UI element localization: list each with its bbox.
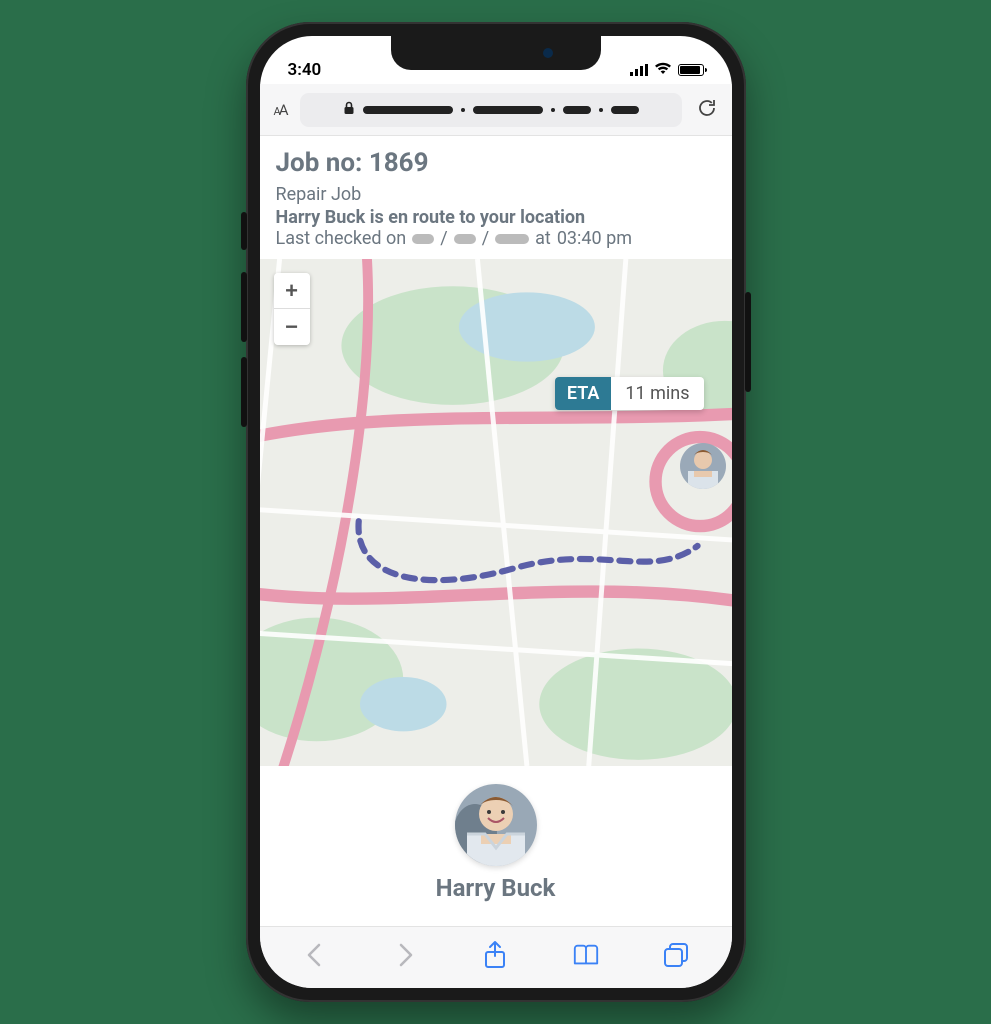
job-type: Repair Job [276, 184, 716, 205]
technician-name: Harry Buck [436, 874, 556, 902]
job-header: Job no: 1869 Repair Job Harry Buck is en… [260, 136, 732, 259]
cellular-signal-icon [630, 64, 648, 76]
zoom-out-button[interactable]: − [274, 309, 310, 345]
page-content: Job no: 1869 Repair Job Harry Buck is en… [260, 136, 732, 926]
browser-toolbar [260, 926, 732, 988]
browser-url-bar: AA [260, 84, 732, 136]
eta-label: ETA [555, 377, 612, 410]
url-redacted [473, 106, 543, 114]
eta-badge: ETA 11 mins [555, 377, 704, 410]
eta-value: 11 mins [611, 377, 703, 410]
reload-button[interactable] [696, 97, 718, 123]
share-button[interactable] [481, 941, 509, 969]
text-size-button[interactable]: AA [274, 101, 287, 119]
bookmarks-button[interactable] [572, 941, 600, 969]
date-redacted [495, 234, 529, 244]
url-redacted [563, 106, 591, 114]
technician-avatar [455, 784, 537, 866]
enroute-status: Harry Buck is en route to your location [276, 207, 716, 228]
status-time: 3:40 [288, 60, 322, 80]
phone-frame: 3:40 AA [246, 22, 746, 1002]
volume-up-button [241, 272, 247, 342]
wifi-icon [654, 60, 672, 80]
volume-down-button [241, 357, 247, 427]
technician-card: Harry Buck [260, 766, 732, 926]
address-field[interactable] [300, 93, 681, 127]
job-number: Job no: 1869 [276, 148, 716, 178]
phone-notch [391, 36, 601, 70]
lock-icon [343, 100, 355, 119]
url-redacted [611, 106, 639, 114]
mute-switch [241, 212, 247, 250]
tabs-button[interactable] [662, 941, 690, 969]
date-redacted [454, 234, 476, 244]
date-redacted [412, 234, 434, 244]
url-redacted [363, 106, 453, 114]
power-button [745, 292, 751, 392]
forward-button[interactable] [391, 941, 419, 969]
last-checked: Last checked on // at 03:40 pm [276, 228, 716, 249]
tracking-map[interactable]: + − ETA 11 mins [260, 259, 732, 766]
zoom-in-button[interactable]: + [274, 273, 310, 309]
battery-icon [678, 64, 704, 76]
back-button[interactable] [301, 941, 329, 969]
map-zoom-controls: + − [274, 273, 310, 345]
technician-pin-avatar [680, 443, 726, 489]
